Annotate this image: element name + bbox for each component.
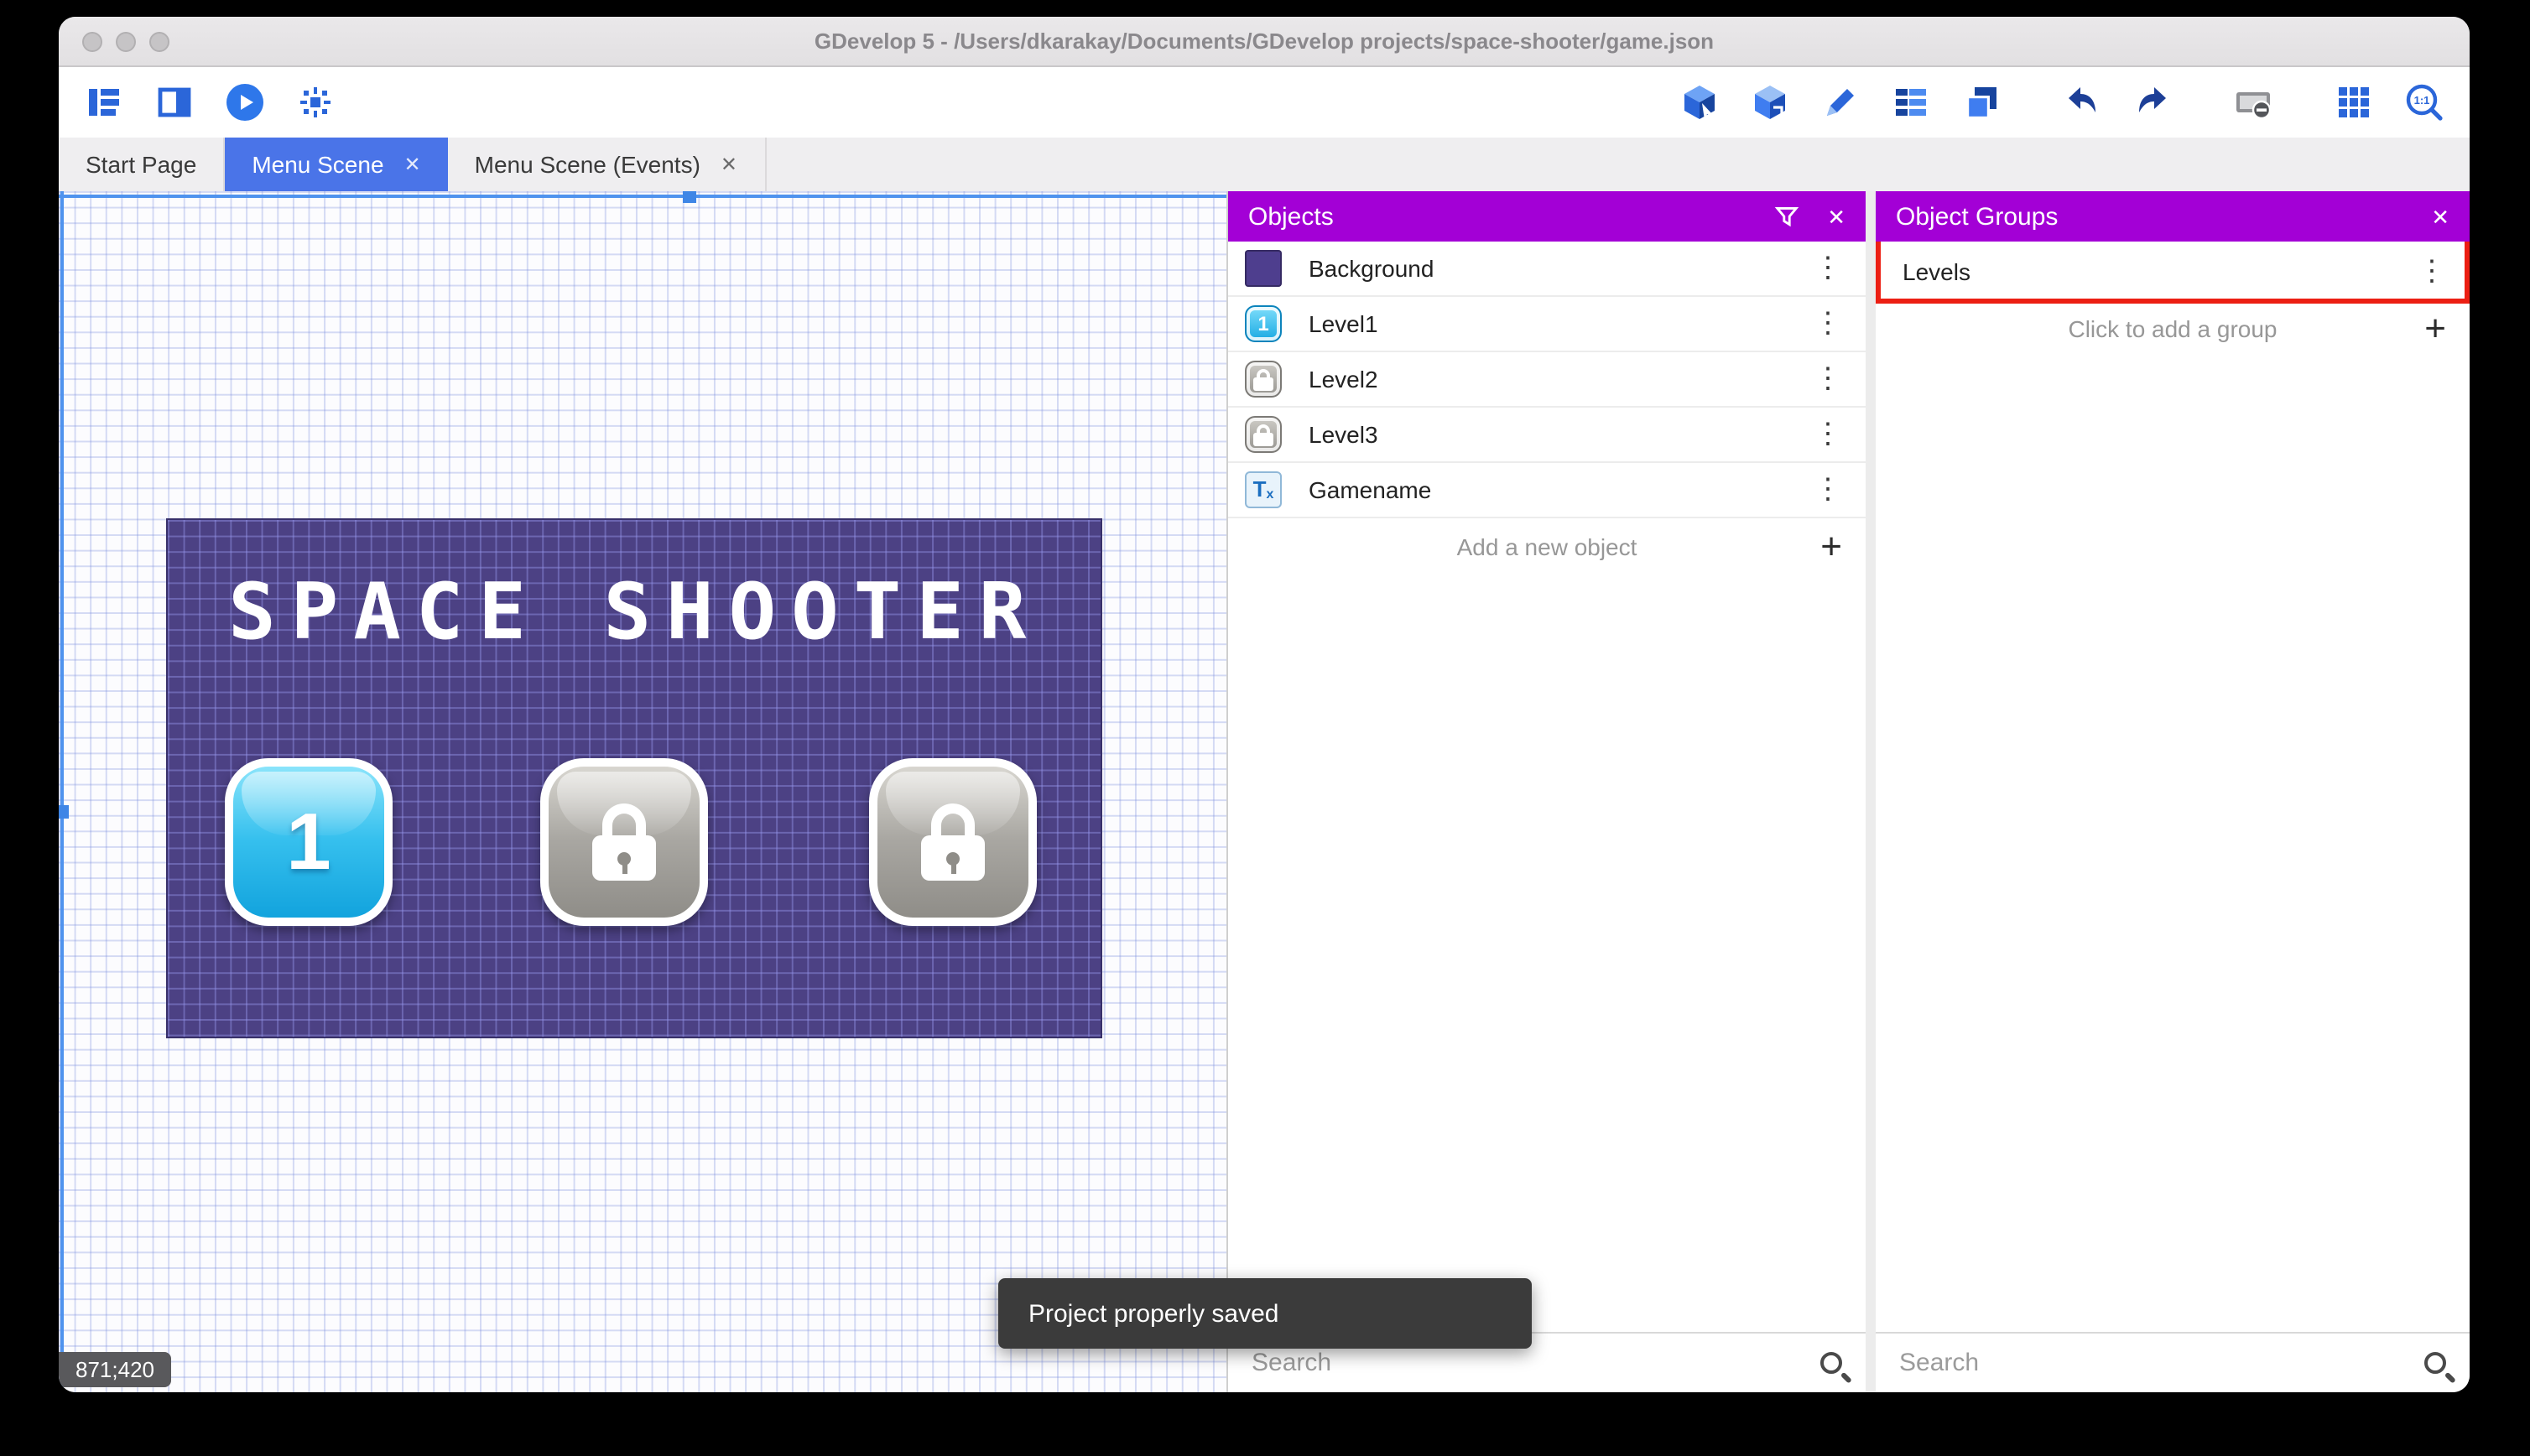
group-label: Levels: [1903, 257, 1970, 284]
zoom-1-1-icon[interactable]: 1:1: [2402, 81, 2446, 124]
objects-panel-header: Objects: [1228, 191, 1866, 242]
add-group-label: Click to add a group: [2068, 315, 2278, 341]
search-icon: [1820, 1352, 1842, 1374]
tab-label: Menu Scene: [252, 151, 384, 178]
add-group-row[interactable]: Click to add a group: [1876, 300, 2470, 356]
svg-text:1:1: 1:1: [2414, 94, 2430, 107]
redo-icon[interactable]: [2131, 81, 2174, 124]
edit-object-cube-icon[interactable]: [1748, 81, 1792, 124]
content-area: SPACE SHOOTER 1 871;420 Objects ✕ Backgr…: [59, 191, 2470, 1392]
lock-object-icon: [1245, 361, 1282, 398]
groups-search-input[interactable]: [1899, 1349, 2408, 1377]
row-menu-icon[interactable]: [1810, 307, 1845, 341]
objects-panel: Objects Background 1: [1228, 191, 1866, 1392]
window-mask-icon[interactable]: [2231, 81, 2275, 124]
close-window-button[interactable]: [82, 32, 102, 52]
gamename-text-instance[interactable]: SPACE SHOOTER: [168, 566, 1101, 657]
tabbar: Start Page Menu Scene Menu Scene (Events…: [59, 138, 2470, 191]
groups-list: Levels Click to add a group: [1876, 242, 2470, 1332]
add-object-label: Add a new object: [1456, 533, 1637, 559]
cursor-coordinates-badge: 871;420: [59, 1352, 171, 1387]
add-object-plus-icon[interactable]: [1820, 528, 1842, 564]
object-row-background[interactable]: Background: [1228, 242, 1866, 297]
close-panel-icon[interactable]: [1827, 205, 1845, 227]
background-object-icon: [1245, 250, 1282, 287]
scene-boundary-handle[interactable]: [683, 191, 696, 203]
tab-label: Menu Scene (Events): [474, 151, 700, 178]
objects-search-input[interactable]: [1252, 1349, 1804, 1377]
add-object-row[interactable]: Add a new object: [1228, 518, 1866, 574]
filter-icon[interactable]: [1773, 203, 1800, 230]
close-tab-icon[interactable]: [721, 154, 737, 174]
project-manager-icon[interactable]: [82, 81, 126, 124]
row-menu-icon[interactable]: [1810, 362, 1845, 396]
app-window: GDevelop 5 - /Users/dkarakay/Documents/G…: [59, 17, 2470, 1392]
level1-button-instance[interactable]: 1: [225, 758, 393, 926]
scene-boundary-left: [59, 191, 69, 1392]
maximize-window-button[interactable]: [149, 32, 169, 52]
debug-icon[interactable]: [294, 81, 337, 124]
edit-scene-cube-icon[interactable]: [1678, 81, 1721, 124]
tab-menu-scene[interactable]: Menu Scene: [225, 138, 448, 191]
panel-divider: [1866, 191, 1876, 1392]
object-row-gamename[interactable]: Tx Gamename: [1228, 463, 1866, 518]
row-menu-icon[interactable]: [1810, 473, 1845, 507]
object-groups-panel-title: Object Groups: [1896, 202, 2059, 231]
object-label: Level1: [1309, 310, 1378, 337]
level1-object-icon: 1: [1245, 305, 1282, 342]
objects-panel-title: Objects: [1248, 202, 1334, 231]
toolbar-right-group: 1:1: [1678, 81, 2446, 124]
add-group-plus-icon[interactable]: [2424, 309, 2446, 346]
undo-icon[interactable]: [2060, 81, 2104, 124]
row-menu-icon[interactable]: [2414, 254, 2449, 288]
grid-icon[interactable]: [2332, 81, 2376, 124]
tab-menu-scene-events[interactable]: Menu Scene (Events): [448, 138, 767, 191]
object-row-level2[interactable]: Level2: [1228, 352, 1866, 408]
titlebar: GDevelop 5 - /Users/dkarakay/Documents/G…: [59, 17, 2470, 67]
lock-icon: [592, 803, 656, 881]
lock-object-icon: [1245, 416, 1282, 453]
save-toast: Project properly saved: [998, 1278, 1532, 1349]
window-title: GDevelop 5 - /Users/dkarakay/Documents/G…: [814, 29, 1715, 54]
object-groups-panel-header: Object Groups: [1876, 191, 2470, 242]
object-label: Gamename: [1309, 476, 1432, 503]
search-icon: [2424, 1352, 2446, 1374]
group-row-levels[interactable]: Levels: [1876, 242, 2470, 304]
minimize-window-button[interactable]: [116, 32, 136, 52]
level1-number: 1: [286, 798, 331, 887]
scene-editor-canvas[interactable]: SPACE SHOOTER 1 871;420: [59, 191, 1228, 1392]
background-instance[interactable]: SPACE SHOOTER 1: [168, 520, 1101, 1037]
traffic-lights: [82, 32, 169, 52]
preview-window-icon[interactable]: [153, 81, 196, 124]
objects-list: Background 1 Level1 L: [1228, 242, 1866, 1332]
row-menu-icon[interactable]: [1810, 418, 1845, 451]
object-label: Background: [1309, 255, 1434, 282]
level3-button-instance[interactable]: [869, 758, 1037, 926]
stage: GDevelop 5 - /Users/dkarakay/Documents/G…: [0, 0, 2530, 1456]
close-panel-icon[interactable]: [2431, 205, 2449, 227]
events-sheet-icon[interactable]: [1889, 81, 1933, 124]
close-tab-icon[interactable]: [404, 154, 421, 174]
object-row-level1[interactable]: 1 Level1: [1228, 297, 1866, 352]
object-label: Level3: [1309, 421, 1378, 448]
scene-boundary-handle[interactable]: [59, 805, 69, 819]
object-label: Level2: [1309, 366, 1378, 393]
tab-start-page[interactable]: Start Page: [59, 138, 226, 191]
object-groups-panel: Object Groups Levels Click to add a grou…: [1876, 191, 2470, 1392]
object-row-level3[interactable]: Level3: [1228, 408, 1866, 463]
text-object-icon: Tx: [1245, 471, 1282, 508]
toolbar-left-group: [82, 81, 337, 124]
lock-icon: [921, 803, 985, 881]
tab-label: Start Page: [86, 151, 197, 178]
toolbar: 1:1: [59, 67, 2470, 138]
pencil-edit-icon[interactable]: [1819, 81, 1862, 124]
row-menu-icon[interactable]: [1810, 252, 1845, 285]
scene-boundary-top: [59, 191, 1226, 203]
groups-search-row: [1876, 1332, 2470, 1392]
layers-icon[interactable]: [1960, 81, 2003, 124]
level2-button-instance[interactable]: [540, 758, 708, 926]
play-preview-icon[interactable]: [223, 81, 267, 124]
